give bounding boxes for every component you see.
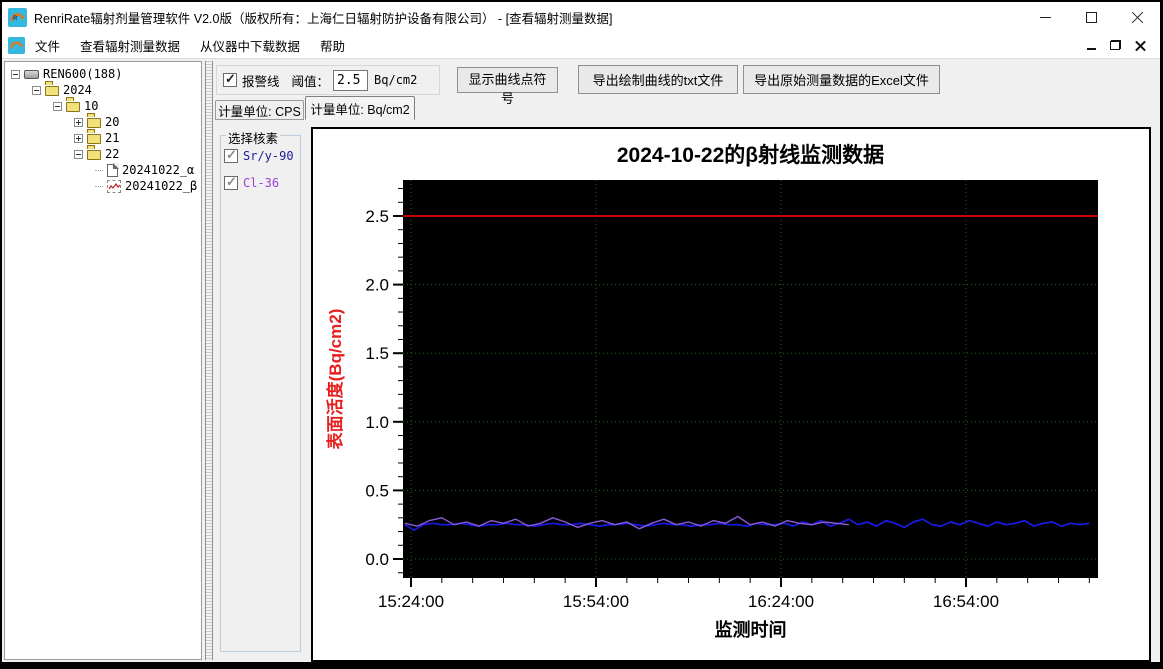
menu-item[interactable]: 帮助: [310, 32, 355, 59]
tree-connector: [95, 185, 103, 187]
device-tree-panel: REN600(188) 2024 10 20 21 22 20241022_α 2024102…: [4, 61, 202, 660]
minimize-button[interactable]: [1022, 2, 1068, 32]
chart-file-icon: [107, 179, 121, 193]
nuclide-checkbox[interactable]: ✓: [224, 174, 238, 190]
svg-text:R: R: [13, 16, 18, 22]
document-icon: [107, 163, 118, 177]
close-icon: [1131, 11, 1144, 24]
folder-icon: [87, 116, 101, 128]
check-icon: ✓: [226, 147, 237, 162]
threshold-label: 阈值：: [291, 74, 330, 89]
menu-item[interactable]: 从仪器中下载数据: [190, 32, 310, 59]
folder-icon: [45, 84, 59, 96]
tree-item[interactable]: 2024: [5, 82, 201, 98]
beta-monitoring-chart: 0.0 0.5 1.0 1.5 2.0 2.5 15:24:00 15:54:00 16:24:…: [325, 143, 1098, 640]
nuclide-select-group: 选择核素 ✓ Sr/y-90 ✓ Cl-36: [220, 128, 301, 652]
folder-icon: [87, 148, 101, 160]
collapse-icon[interactable]: [11, 69, 20, 79]
svg-text:1.0: 1.0: [365, 413, 389, 432]
tree-connector: [95, 169, 103, 171]
tree-item[interactable]: 20241022_α: [5, 162, 201, 178]
app-logo-icon: R: [8, 7, 27, 27]
threshold-input[interactable]: [333, 69, 369, 91]
tree-item-label: 20: [105, 115, 120, 129]
svg-text:2.5: 2.5: [365, 207, 389, 226]
mdi-window-controls: [1087, 40, 1160, 51]
nuclide-label: Sr/y-90: [243, 149, 294, 163]
nuclide-label: Cl-36: [243, 176, 280, 190]
mdi-restore-icon: [1110, 40, 1121, 50]
folder-icon: [66, 100, 80, 112]
title-bar: R RenriRate辐射剂量管理软件 V2.0版（版权所有：上海仁日辐射防护设…: [2, 2, 1160, 32]
nuclide-row: ✓ Sr/y-90: [224, 147, 300, 163]
tab-unit-cps[interactable]: 计量单位: CPS: [215, 100, 304, 120]
alarm-line-label: 报警线: [242, 74, 280, 89]
chart-container: 0.0 0.5 1.0 1.5 2.0 2.5 15:24:00 15:54:00 16:24:…: [311, 127, 1151, 662]
tree-item[interactable]: 22: [5, 146, 201, 162]
nuclide-group-title: 选择核素: [226, 128, 281, 147]
svg-text:0.5: 0.5: [365, 481, 389, 500]
menu-bar: 文件 查看辐射测量数据 从仪器中下载数据 帮助: [2, 32, 1160, 59]
alarm-line-group: ✓ 报警线 阈值： Bq/cm2: [216, 65, 440, 95]
menu-item[interactable]: 查看辐射测量数据: [70, 32, 190, 59]
svg-text:16:54:00: 16:54:00: [933, 592, 999, 611]
tree-item-label: 20241022_β: [125, 179, 198, 193]
maximize-button[interactable]: [1068, 2, 1114, 32]
nuclide-rows: ✓ Sr/y-90 ✓ Cl-36: [221, 147, 300, 190]
tree-item-label: 10: [84, 99, 99, 113]
maximize-icon: [1085, 11, 1097, 23]
nuclide-row: ✓ Cl-36: [224, 174, 300, 190]
device-icon: [24, 69, 39, 79]
expand-icon[interactable]: [74, 133, 83, 143]
close-button[interactable]: [1114, 2, 1160, 32]
collapse-icon[interactable]: [74, 149, 83, 159]
tree-item-label: 2024: [63, 83, 92, 97]
show-curve-points-button[interactable]: 显示曲线点符号: [457, 67, 558, 106]
svg-text:0.0: 0.0: [365, 550, 389, 569]
tree-item[interactable]: 21: [5, 130, 201, 146]
tree-item[interactable]: REN600(188): [5, 66, 201, 82]
tree-item[interactable]: 20241022_β: [5, 178, 201, 194]
window-title: RenriRate辐射剂量管理软件 V2.0版（版权所有：上海仁日辐射防护设备有…: [34, 11, 613, 26]
mdi-close-button[interactable]: [1135, 40, 1146, 51]
menu-items: 文件 查看辐射测量数据 从仪器中下载数据 帮助: [25, 32, 355, 59]
collapse-icon[interactable]: [53, 101, 62, 111]
export-excel-button[interactable]: 导出原始测量数据的Excel文件: [743, 65, 940, 94]
folder-icon: [87, 132, 101, 144]
svg-text:15:54:00: 15:54:00: [563, 592, 629, 611]
tree-item-label: REN600(188): [43, 67, 123, 81]
main-content: ✓ 报警线 阈值： Bq/cm2 显示曲线点符号 导出绘制曲线的txt文件 导出…: [215, 59, 1160, 662]
tree-item-label: 20241022_α: [122, 163, 195, 177]
mdi-minimize-button[interactable]: [1087, 41, 1096, 50]
mdi-close-icon: [1135, 40, 1146, 51]
tree-item-label: 22: [105, 147, 120, 161]
svg-text:2024-10-22的β射线监测数据: 2024-10-22的β射线监测数据: [617, 143, 884, 167]
mdi-restore-button[interactable]: [1110, 40, 1121, 50]
expand-icon[interactable]: [74, 117, 83, 127]
check-icon: ✓: [226, 174, 237, 189]
panel-splitter[interactable]: [205, 61, 213, 660]
nuclide-checkbox[interactable]: ✓: [224, 147, 238, 163]
export-txt-button[interactable]: 导出绘制曲线的txt文件: [578, 65, 738, 94]
mdi-minimize-icon: [1087, 47, 1096, 50]
collapse-icon[interactable]: [32, 85, 41, 95]
minimize-icon: [1039, 16, 1051, 18]
svg-text:15:24:00: 15:24:00: [378, 592, 444, 611]
tree-item-label: 21: [105, 131, 120, 145]
threshold-unit-label: Bq/cm2: [374, 73, 418, 87]
svg-text:监测时间: 监测时间: [715, 619, 787, 640]
svg-text:1.5: 1.5: [365, 344, 389, 363]
tree-item[interactable]: 10: [5, 98, 201, 114]
svg-text:16:24:00: 16:24:00: [748, 592, 814, 611]
app-window: R RenriRate辐射剂量管理软件 V2.0版（版权所有：上海仁日辐射防护设…: [0, 0, 1163, 669]
tree-item[interactable]: 20: [5, 114, 201, 130]
tab-unit-bqcm2[interactable]: 计量单位: Bq/cm2: [305, 96, 415, 120]
menu-item[interactable]: 文件: [25, 32, 70, 59]
check-icon: ✓: [225, 71, 236, 86]
mdi-child-icon: [8, 36, 25, 54]
alarm-line-checkbox[interactable]: ✓: [223, 71, 237, 87]
svg-text:2.0: 2.0: [365, 276, 389, 295]
svg-text:表面活度(Bq/cm2): 表面活度(Bq/cm2): [325, 309, 345, 450]
